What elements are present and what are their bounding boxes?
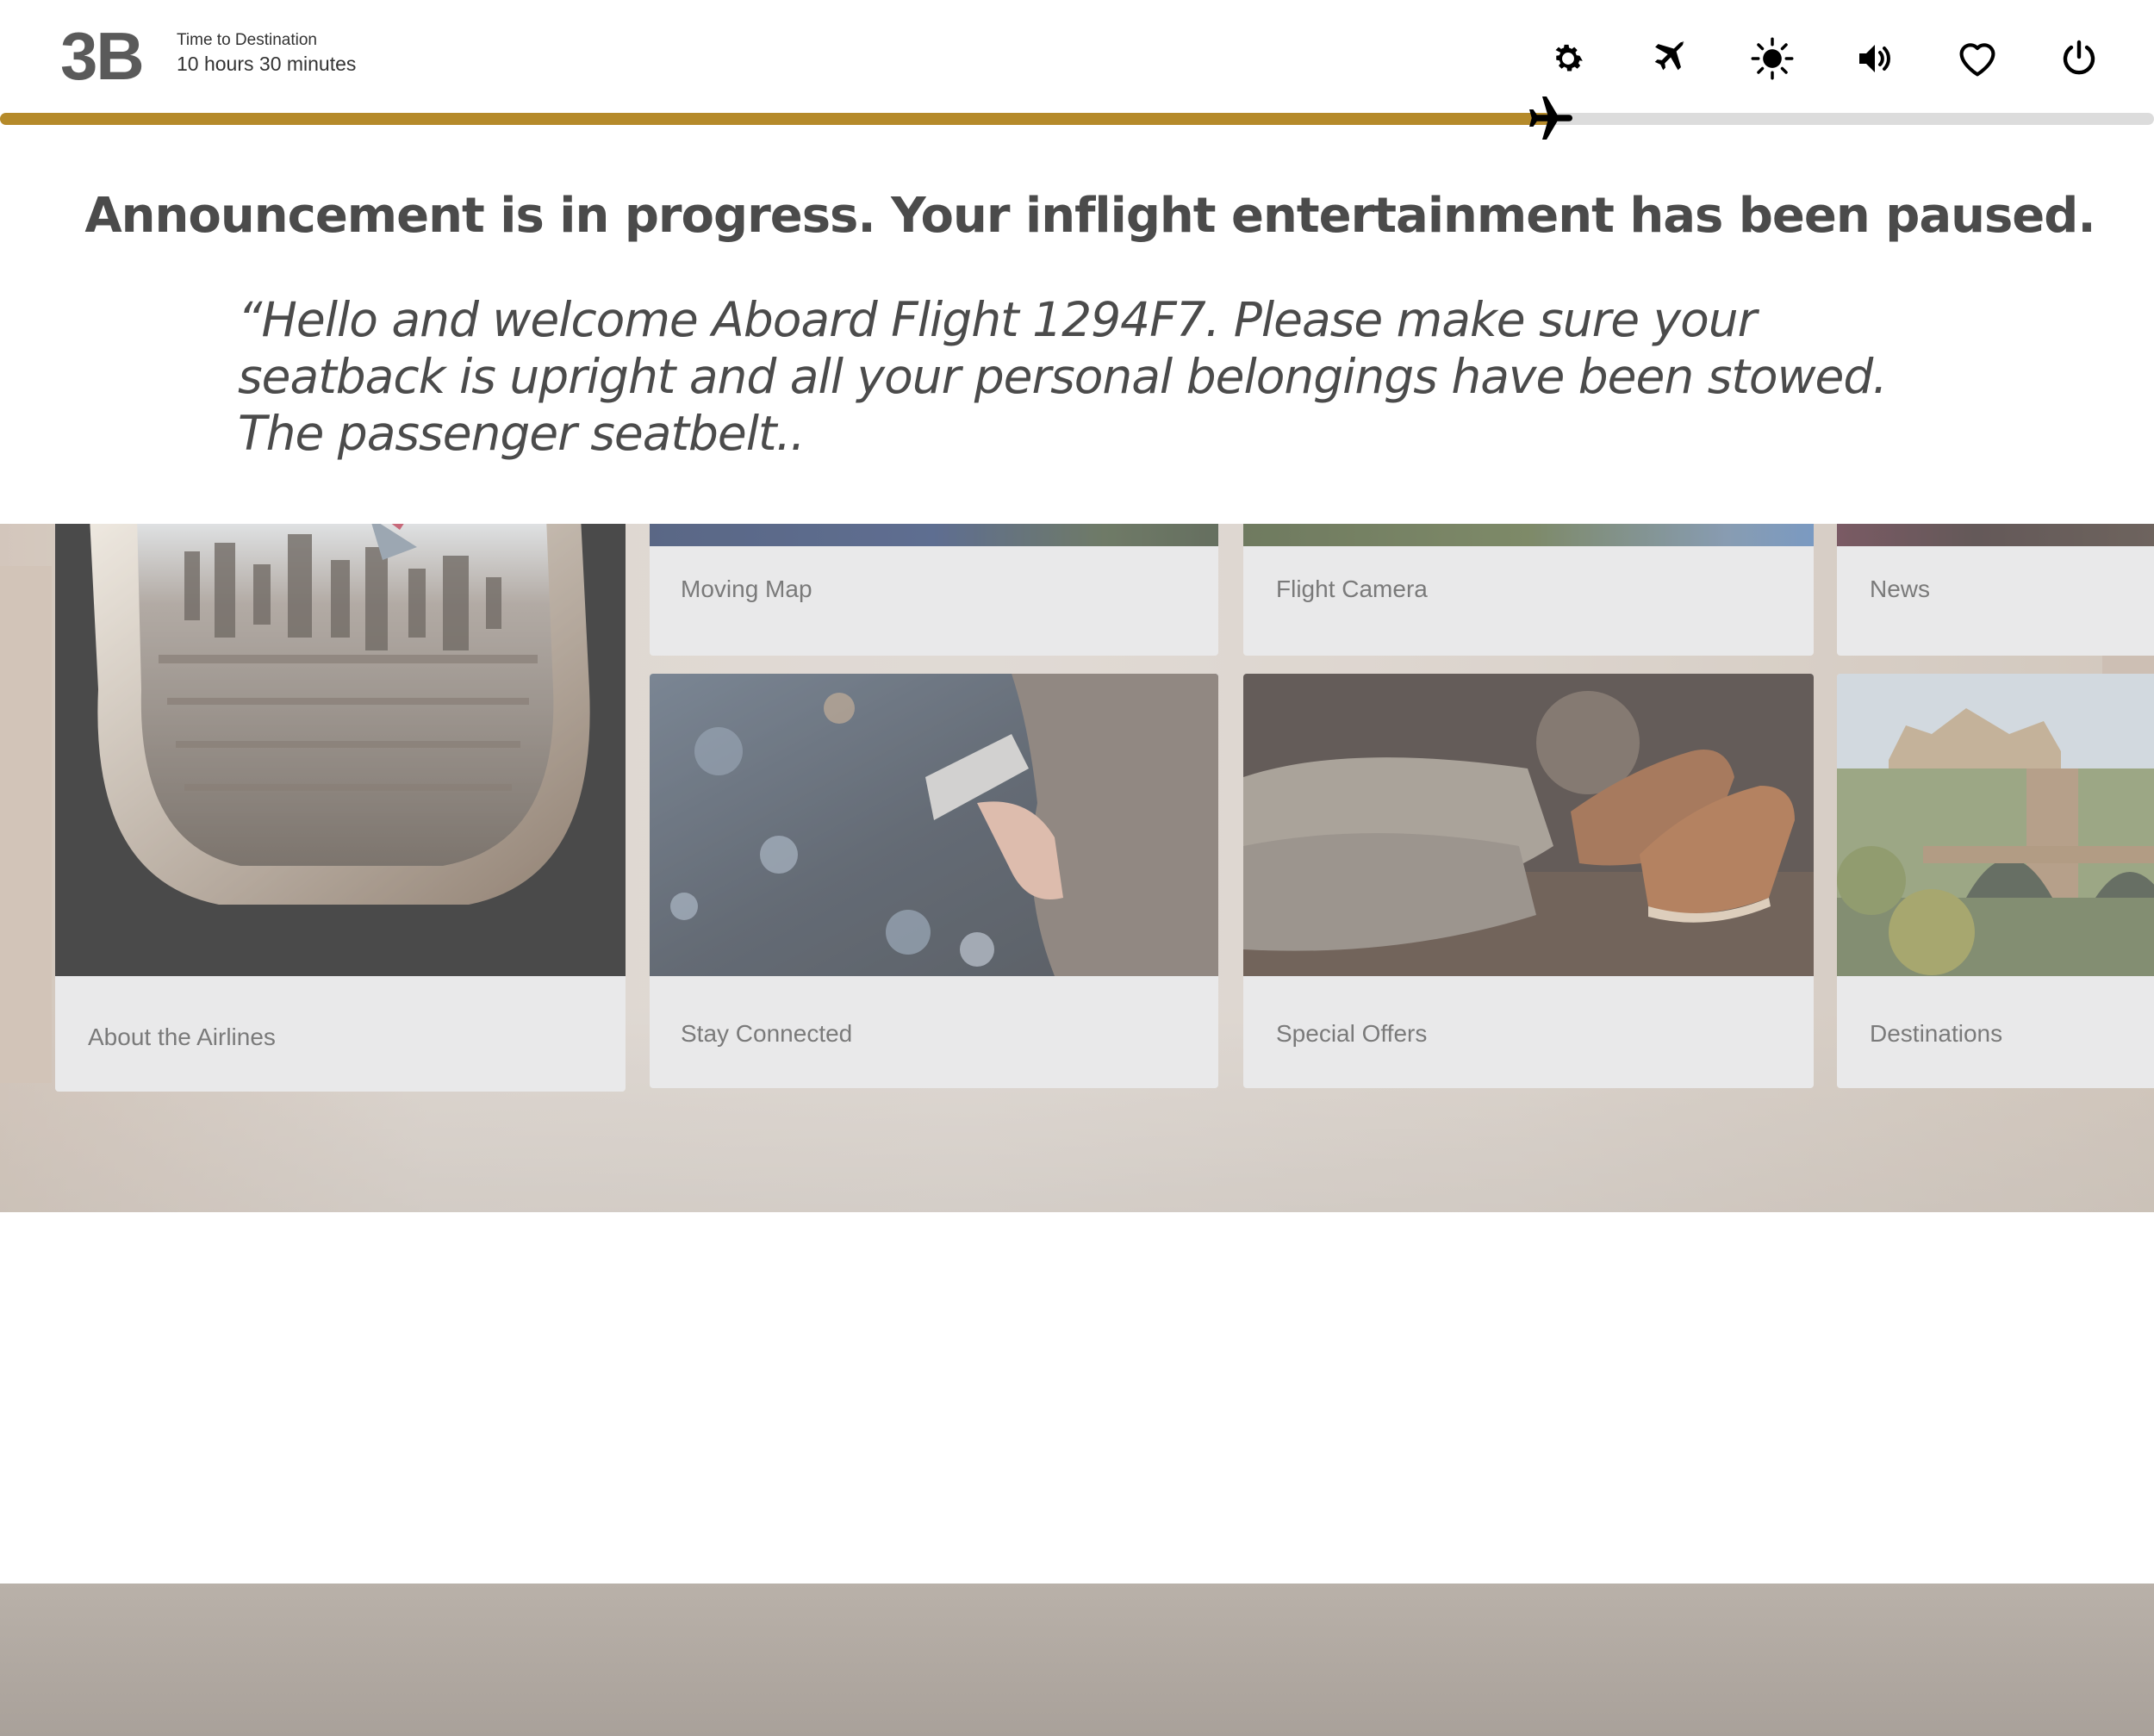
brightness-icon [1751,37,1794,80]
seat-number: 3B [60,18,145,94]
background-building [0,566,52,1083]
brightness-button[interactable] [1746,33,1798,84]
settings-button[interactable] [1542,33,1594,84]
tile-stay-connected[interactable]: Stay Connected [650,674,1218,1088]
background-water [0,1584,2154,1736]
tile-label: News [1870,576,1931,602]
power-button[interactable] [2053,33,2105,84]
favorites-button[interactable] [1952,33,2003,84]
phone-in-hand-image [650,674,1218,976]
time-to-destination-label: Time to Destination [177,31,317,49]
tile-label: About the Airlines [88,1024,276,1050]
tile-label: Stay Connected [681,1020,853,1047]
destination-bridge-image [1837,674,2154,976]
tile-destinations[interactable]: Destinations [1837,674,2154,1088]
tile-flight-camera[interactable]: Flight Camera [1243,517,1814,656]
announcement-title: Announcement is in progress. Your inflig… [84,188,2095,244]
tile-about-airlines[interactable]: About the Airlines [55,517,626,1092]
volume-button[interactable] [1849,33,1901,84]
flight-progress-fill [0,113,1551,125]
shoes-and-clothes-image [1243,674,1814,976]
tile-label: Flight Camera [1276,576,1428,602]
flight-info-button[interactable] [1643,33,1695,84]
tile-label: Special Offers [1276,1020,1428,1047]
gear-icon [1555,44,1583,72]
progress-airplane-icon [1529,96,1572,140]
tile-special-offers[interactable]: Special Offers [1243,674,1814,1088]
flight-progress-bar [0,113,2154,125]
time-to-destination-value: 10 hours 30 minutes [177,53,357,75]
airplane-icon [1654,40,1685,71]
volume-icon [1859,45,1890,72]
announcement-panel: 3B Time to Destination 10 hours 30 minut… [0,0,2154,524]
heart-icon [1959,43,1995,77]
tile-news[interactable]: News [1837,517,2154,656]
tile-moving-map[interactable]: Moving Map [650,517,1218,656]
announcement-message: “Hello and welcome Aboard Flight 1294F7.… [238,292,1888,461]
airplane-window-image [55,517,626,976]
tile-label: Destinations [1870,1020,2003,1047]
power-icon [2063,40,2095,75]
tile-label: Moving Map [681,576,812,602]
